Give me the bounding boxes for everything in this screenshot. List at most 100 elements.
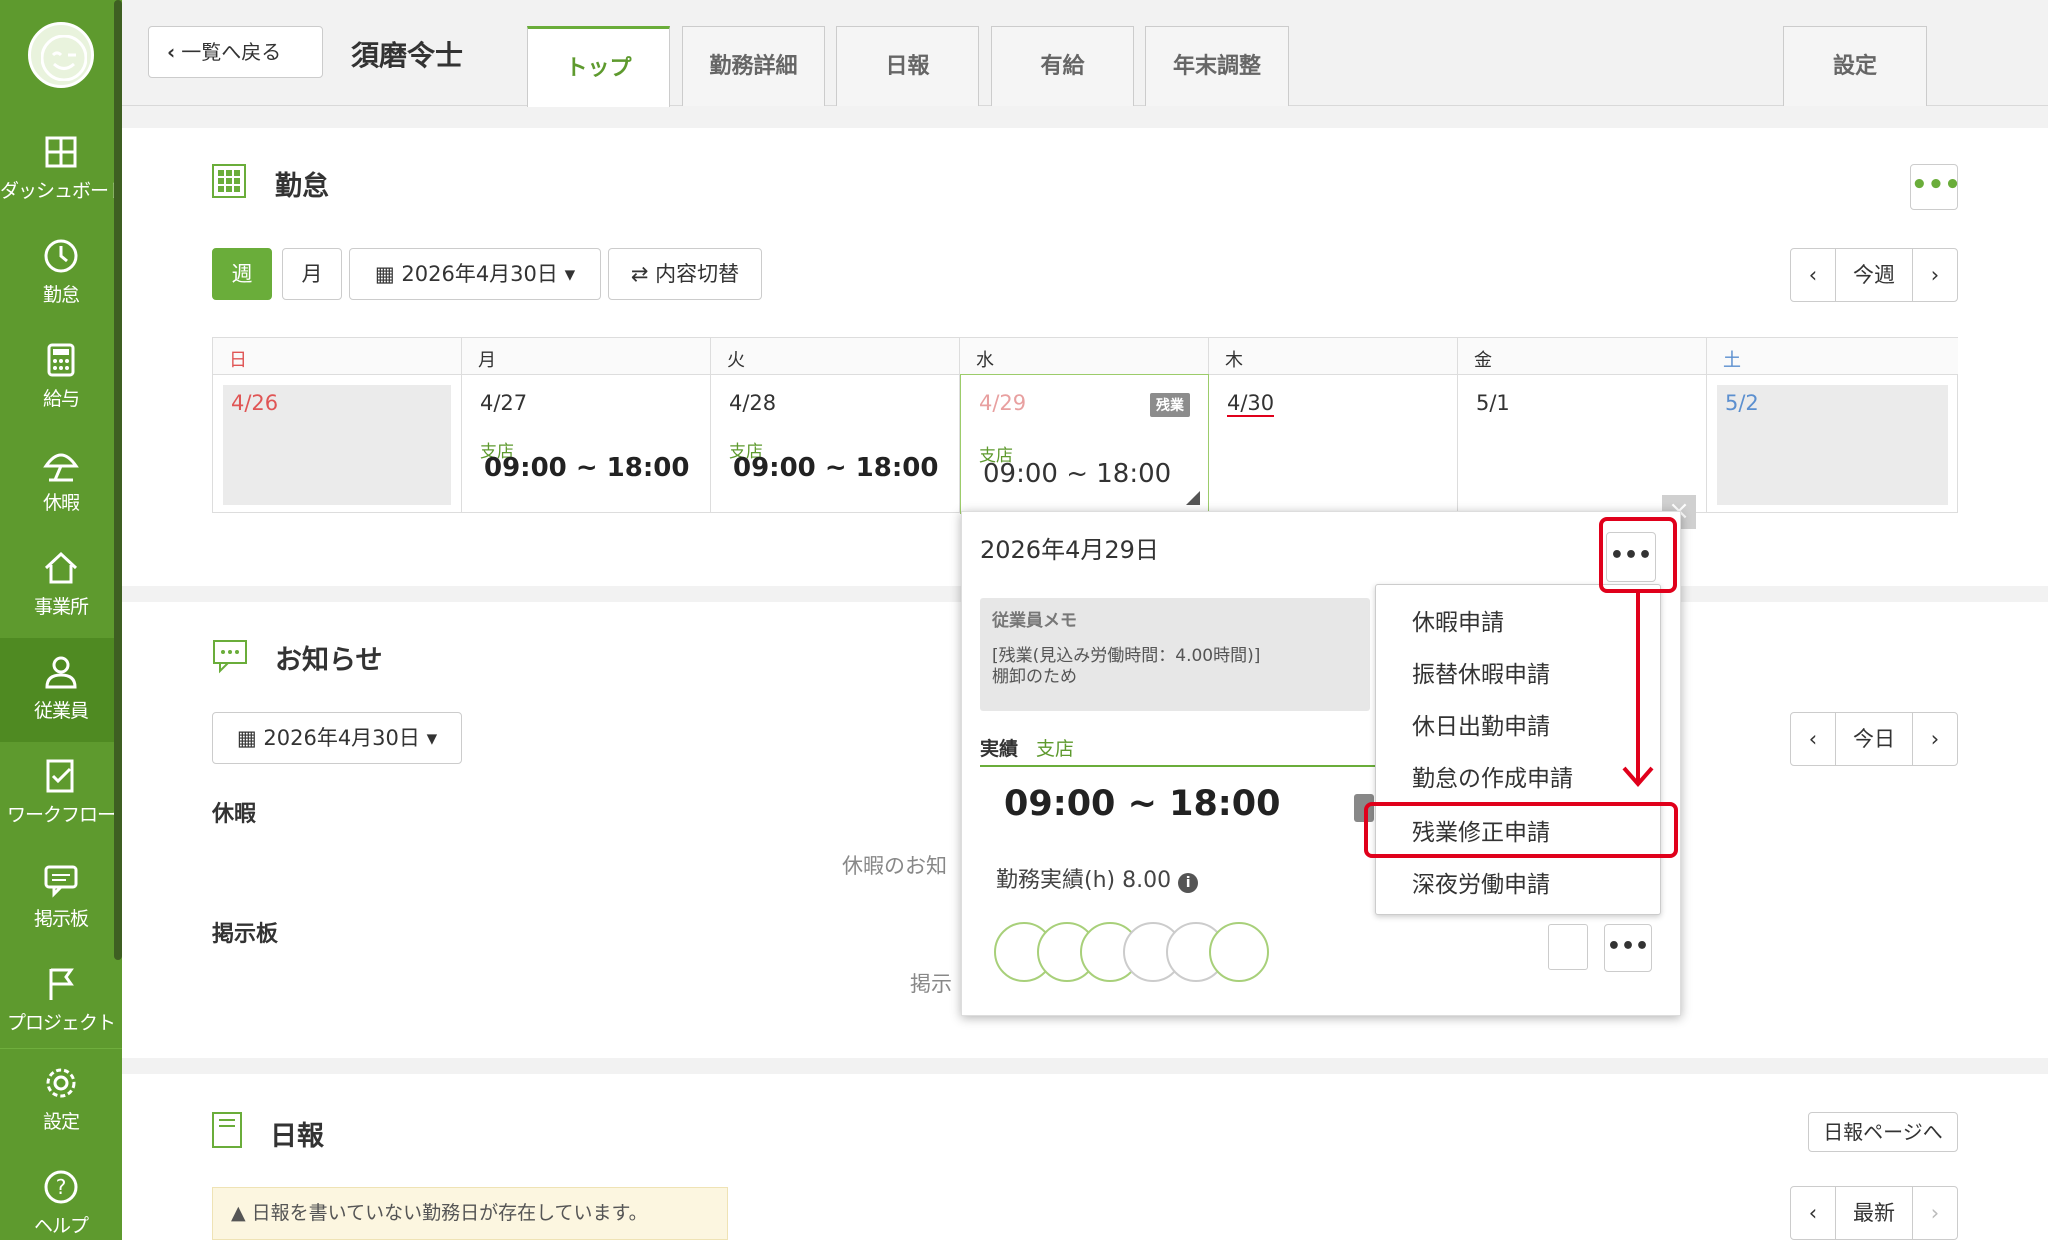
menu-item-substitute-leave-request[interactable]: 振替休暇申請 [1412, 655, 1550, 689]
next-day-button[interactable]: › [1913, 713, 1957, 765]
document-icon [212, 1112, 242, 1148]
attendance-more-button[interactable]: ••• [1910, 164, 1961, 210]
calendar-date: 4/27 [480, 391, 528, 415]
view-week-button[interactable]: 週 [212, 248, 272, 300]
back-to-list-button[interactable]: ‹ 一覧へ戻る [148, 26, 323, 78]
sidebar-item-label: ヘルプ [33, 1215, 89, 1237]
prev-week-button[interactable]: ‹ [1791, 249, 1835, 301]
menu-item-leave-request[interactable]: 休暇申請 [1412, 603, 1504, 637]
calendar-day-cell-selected[interactable]: 4/29 残業 支店 09:00 ~ 18:00 [960, 374, 1209, 514]
calendar-day-cell[interactable]: 4/26 [213, 375, 462, 513]
latest-button[interactable]: 最新 [1835, 1187, 1913, 1239]
svg-text:?: ? [56, 1175, 67, 1199]
info-icon[interactable]: i [1178, 873, 1199, 893]
avatar [1209, 922, 1269, 982]
daily-warning: ▲ 日報を書いていない勤務日が存在しています。 [212, 1187, 728, 1240]
sidebar-item-label: ダッシュボード [0, 180, 127, 202]
work-hours: 勤務実績(h) 8.00 i [996, 862, 1199, 894]
sidebar-item-label: ワークフロー [6, 804, 116, 826]
next-daily-button[interactable]: › [1913, 1187, 1957, 1239]
message-icon [44, 865, 78, 898]
clock-icon [44, 239, 78, 273]
sidebar-item-board[interactable]: 掲示板 [0, 846, 122, 950]
day-nav: ‹ 今日 › [1790, 712, 1958, 766]
sidebar-item-employee[interactable]: 従業員 [0, 638, 122, 742]
memo-body: [残業(見込み労働時間：4.00時間)] 棚卸のため [992, 646, 1261, 687]
calendar-day-cell[interactable]: 5/2 [1707, 375, 1958, 513]
tab-daily-report[interactable]: 日報 [836, 26, 979, 106]
menu-item-attendance-create-request[interactable]: 勤怠の作成申請 [1412, 759, 1573, 793]
actual-branch: 支店 [1036, 738, 1075, 760]
daily-nav: ‹ 最新 › [1790, 1186, 1958, 1240]
hours-label: 勤務実績(h) [996, 868, 1116, 893]
tab-settings[interactable]: 設定 [1783, 26, 1927, 106]
day-header: 土 [1707, 338, 1958, 375]
home-icon [44, 551, 78, 584]
sidebar-item-leave[interactable]: 休暇 [0, 430, 122, 534]
calendar-date: 4/26 [231, 391, 279, 415]
sidebar-bottom: 設定 ? ヘルプ [0, 1048, 122, 1240]
sidebar-item-payroll[interactable]: 給与 [0, 326, 122, 430]
calendar-day-cell[interactable]: 4/28 支店 09:00 ~ 18:00 [711, 375, 960, 513]
date-picker-label: 2026年4月30日 [401, 262, 558, 286]
daily-report-title: 日報 [270, 1121, 324, 1152]
sidebar-item-office[interactable]: 事業所 [0, 534, 122, 638]
menu-item-night-work-request[interactable]: 深夜労働申請 [1412, 865, 1550, 899]
sidebar-item-dashboard[interactable]: ダッシュボード [0, 118, 127, 222]
board-empty-message: 掲示 [910, 972, 952, 996]
sidebar-item-help[interactable]: ? ヘルプ [0, 1153, 122, 1240]
calendar-day-cell[interactable]: 4/27 支店 09:00 ~ 18:00 [462, 375, 711, 513]
highlight-overtime-correction [1364, 802, 1678, 858]
tab-paid-leave[interactable]: 有給 [991, 26, 1134, 106]
tab-work-detail[interactable]: 勤務詳細 [682, 26, 825, 106]
highlight-more-button [1599, 517, 1677, 593]
view-month-button[interactable]: 月 [282, 248, 342, 300]
calendar-day-cell[interactable]: 4/30 [1209, 375, 1458, 513]
sidebar-item-workflow[interactable]: ワークフロー [0, 742, 122, 846]
prev-day-button[interactable]: ‹ [1791, 713, 1835, 765]
employee-name: 須磨令士 [351, 39, 464, 72]
tab-year-end[interactable]: 年末調整 [1145, 26, 1289, 106]
sidebar-item-label: 給与 [42, 388, 80, 410]
leave-empty-message: 休暇のお知 [842, 854, 947, 878]
tab-top[interactable]: トップ [527, 26, 670, 107]
umbrella-icon [43, 453, 79, 482]
note-icon[interactable] [1548, 924, 1588, 970]
day-header: 金 [1458, 338, 1707, 375]
calendar-icon: ▦ [374, 262, 395, 286]
dashboard-icon [45, 136, 77, 168]
sidebar-item-settings[interactable]: 設定 [0, 1049, 122, 1153]
popup-more-bottom-button[interactable]: ••• [1604, 924, 1652, 972]
sidebar-item-label: 従業員 [33, 700, 89, 722]
actual-time: 09:00 ~ 18:00 [1004, 784, 1281, 824]
logo[interactable] [28, 22, 94, 88]
swap-icon: ⇄ [630, 262, 649, 286]
sidebar-item-label: プロジェクト [6, 1012, 116, 1034]
employee-memo: 従業員メモ [残業(見込み労働時間：4.00時間)] 棚卸のため [980, 598, 1370, 711]
sidebar-item-attendance[interactable]: 勤怠 [0, 222, 122, 326]
leave-label: 休暇 [212, 802, 257, 827]
calendar-day-cell[interactable]: 5/1 [1458, 375, 1707, 513]
calendar-date: 5/2 [1725, 391, 1759, 415]
prev-daily-button[interactable]: ‹ [1791, 1187, 1835, 1239]
chevron-left-icon: ‹ [167, 40, 176, 64]
sidebar-item-project[interactable]: プロジェクト [0, 950, 122, 1054]
sidebar-scrollbar[interactable] [114, 0, 122, 960]
attendance-date-picker[interactable]: ▦ 2026年4月30日 ▾ [349, 248, 601, 300]
calculator-icon [47, 343, 75, 377]
overtime-badge: 残業 [1150, 393, 1190, 417]
sidebar-item-label: 掲示板 [33, 908, 89, 930]
checklist-icon [46, 759, 74, 793]
menu-item-holiday-work-request[interactable]: 休日出勤申請 [1412, 707, 1550, 741]
notice-date-picker[interactable]: ▦ 2026年4月30日 ▾ [212, 712, 462, 764]
this-week-button[interactable]: 今週 [1835, 249, 1913, 301]
toggle-content-button[interactable]: ⇄ 内容切替 [608, 248, 762, 300]
today-button[interactable]: 今日 [1835, 713, 1913, 765]
daily-page-link[interactable]: 日報ページへ [1808, 1112, 1958, 1152]
board-label: 掲示板 [212, 922, 279, 947]
hours-value: 8.00 [1122, 868, 1172, 893]
application-dropdown-menu: 休暇申請 振替休暇申請 休日出勤申請 勤怠の作成申請 残業修正申請 深夜労働申請 [1375, 584, 1661, 915]
next-week-button[interactable]: › [1913, 249, 1957, 301]
day-header: 水 [960, 338, 1209, 375]
toggle-label: 内容切替 [655, 262, 740, 286]
